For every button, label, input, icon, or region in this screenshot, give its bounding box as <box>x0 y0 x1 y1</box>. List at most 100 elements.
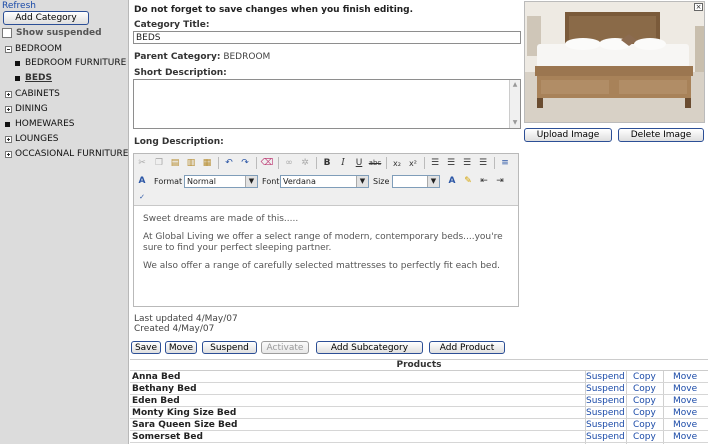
chevron-down-icon[interactable]: ▼ <box>356 176 368 187</box>
product-copy-link[interactable]: Copy <box>633 432 656 442</box>
outdent-icon[interactable]: ⇤ <box>478 175 490 187</box>
expand-icon[interactable] <box>5 105 12 113</box>
redo-icon[interactable]: ↷ <box>239 157 251 169</box>
product-move-link[interactable]: Move <box>673 420 697 430</box>
product-copy-link[interactable]: Copy <box>633 408 656 418</box>
format-select[interactable]: Normal ▼ <box>184 175 258 188</box>
save-button[interactable]: Save <box>131 341 161 354</box>
justify-icon[interactable]: ☰ <box>477 157 489 169</box>
category-title-input[interactable]: BEDS <box>133 31 521 44</box>
paste-text-icon[interactable]: ▥ <box>185 157 197 169</box>
close-icon[interactable]: × <box>694 3 703 11</box>
product-move-link[interactable]: Move <box>673 396 697 406</box>
product-name: Eden Bed <box>132 396 180 406</box>
product-move-link[interactable]: Move <box>673 408 697 418</box>
product-suspend-link[interactable]: Suspend <box>586 408 625 418</box>
tree-item-lounges[interactable]: LOUNGES <box>5 134 58 144</box>
add-product-button[interactable]: Add Product <box>429 341 505 354</box>
product-copy-link[interactable]: Copy <box>633 384 656 394</box>
format-select-value: Normal <box>187 177 216 186</box>
tree-item-dining[interactable]: DINING <box>5 104 48 114</box>
eraser-icon[interactable]: ⌫ <box>261 157 274 169</box>
spellcheck-icon[interactable]: ✓ <box>136 191 148 203</box>
move-button[interactable]: Move <box>165 341 197 354</box>
checkbox-box[interactable] <box>2 28 12 38</box>
long-description-label: Long Description: <box>134 137 224 147</box>
unlink-icon[interactable]: ✲ <box>299 157 311 169</box>
product-move-link[interactable]: Move <box>673 372 697 382</box>
add-subcategory-button[interactable]: Add Subcategory <box>316 341 423 354</box>
product-suspend-link[interactable]: Suspend <box>586 420 625 430</box>
show-suspended-checkbox[interactable]: Show suspended <box>2 28 102 38</box>
tree-item-cabinets[interactable]: CABINETS <box>5 89 60 99</box>
short-description-textarea[interactable]: ▲ ▼ <box>133 79 521 129</box>
size-select[interactable]: ▼ <box>392 175 440 188</box>
textarea-scrollbar[interactable]: ▲ ▼ <box>509 80 520 128</box>
delete-image-button[interactable]: Delete Image <box>618 128 704 142</box>
product-suspend-link[interactable]: Suspend <box>586 372 625 382</box>
product-move-link[interactable]: Move <box>673 432 697 442</box>
tree-item-bedroom-furniture[interactable]: BEDROOM FURNITURE <box>5 58 126 68</box>
tree-item-label: BEDROOM FURNITURE <box>25 58 127 68</box>
product-copy-link[interactable]: Copy <box>633 420 656 430</box>
activate-button[interactable]: Activate <box>261 341 309 354</box>
bold-icon[interactable]: B <box>321 157 333 169</box>
product-copy-link[interactable]: Copy <box>633 372 656 382</box>
text-color-icon[interactable]: A <box>446 175 458 187</box>
product-suspend-link[interactable]: Suspend <box>586 396 625 406</box>
cut-icon[interactable]: ✂ <box>136 157 148 169</box>
expand-icon[interactable] <box>5 90 12 98</box>
italic-icon[interactable]: I <box>337 157 349 169</box>
chevron-down-icon[interactable]: ▼ <box>245 176 257 187</box>
link-icon[interactable]: ∞ <box>283 157 295 169</box>
strikethrough-icon[interactable]: abc <box>369 157 382 169</box>
suspend-button[interactable]: Suspend <box>202 341 257 354</box>
upload-image-button[interactable]: Upload Image <box>524 128 612 142</box>
add-category-button[interactable]: Add Category <box>3 11 89 25</box>
chevron-down-icon[interactable]: ▼ <box>427 176 439 187</box>
short-description-label: Short Description: <box>134 68 227 78</box>
highlight-icon[interactable]: ✎ <box>462 175 474 187</box>
product-suspend-link[interactable]: Suspend <box>586 384 625 394</box>
product-copy-link[interactable]: Copy <box>633 396 656 406</box>
created-text: Created 4/May/07 <box>134 324 215 334</box>
tree-item-beds[interactable]: BEDS <box>5 73 52 83</box>
tree-item-bedroom[interactable]: BEDROOM <box>5 44 62 54</box>
expand-icon[interactable] <box>5 135 12 143</box>
collapse-icon[interactable] <box>5 45 12 53</box>
product-name: Bethany Bed <box>132 384 197 394</box>
undo-icon[interactable]: ↶ <box>223 157 235 169</box>
editor-content[interactable]: Sweet dreams are made of this..... At Gl… <box>134 207 518 306</box>
scroll-up-icon[interactable]: ▲ <box>510 80 520 90</box>
subscript-icon[interactable]: x₂ <box>391 157 403 169</box>
products-heading: Products <box>130 359 708 371</box>
paste-word-icon[interactable]: ▦ <box>201 157 213 169</box>
superscript-icon[interactable]: x² <box>407 157 419 169</box>
tree-item-occasional-furniture[interactable]: OCCASIONAL FURNITURE <box>5 149 128 159</box>
expand-icon[interactable] <box>5 150 12 158</box>
tree-item-label: OCCASIONAL FURNITURE <box>15 149 129 159</box>
align-right-icon[interactable]: ☰ <box>461 157 473 169</box>
scroll-down-icon[interactable]: ▼ <box>510 118 520 128</box>
product-name: Somerset Bed <box>132 432 203 442</box>
font-style-icon[interactable]: A <box>136 175 148 187</box>
align-center-icon[interactable]: ☰ <box>445 157 457 169</box>
bullet-icon <box>5 121 10 127</box>
product-move-link[interactable]: Move <box>673 384 697 394</box>
tree-item-label: CABINETS <box>15 89 60 99</box>
size-label: Size <box>373 177 390 186</box>
tree-item-label: DINING <box>15 104 48 114</box>
paste-icon[interactable]: ▤ <box>169 157 181 169</box>
product-suspend-link[interactable]: Suspend <box>586 432 625 442</box>
table-row: Anna Bed Suspend Copy Move <box>130 371 708 383</box>
refresh-link[interactable]: Refresh <box>2 1 36 11</box>
show-suspended-label: Show suspended <box>16 28 102 38</box>
tree-item-homewares[interactable]: HOMEWARES <box>5 119 75 129</box>
underline-icon[interactable]: U <box>353 157 365 169</box>
copy-icon[interactable]: ❐ <box>153 157 165 169</box>
numbered-list-icon[interactable]: ≡ <box>499 157 511 169</box>
font-select[interactable]: Verdana ▼ <box>280 175 369 188</box>
indent-icon[interactable]: ⇥ <box>494 175 506 187</box>
product-name: Monty King Size Bed <box>132 408 237 418</box>
align-left-icon[interactable]: ☰ <box>429 157 441 169</box>
